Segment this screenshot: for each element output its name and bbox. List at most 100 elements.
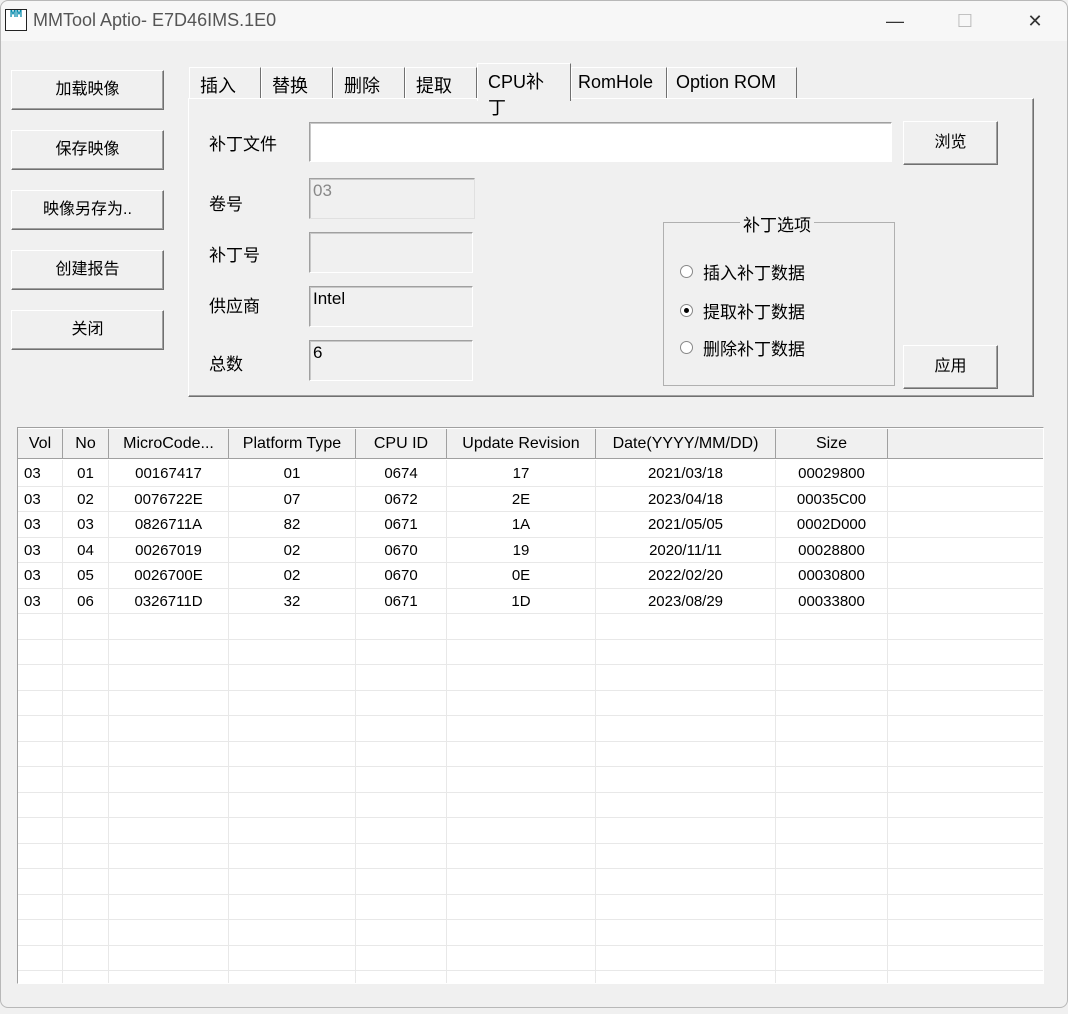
cell-platform-type: 07 xyxy=(229,486,356,512)
table-row[interactable]: 03 04 00267019 02 0670 19 2020/11/11 00028800 xyxy=(18,537,1043,563)
load-image-button[interactable]: 加载映像 xyxy=(11,70,164,110)
app-icon: MM xyxy=(5,9,27,31)
table-row[interactable]: 03 02 0076722E 07 0672 2E 2023/04/18 00035C00 xyxy=(18,486,1043,512)
cell-vol: 03 xyxy=(18,512,63,537)
tab-romhole[interactable]: RomHole xyxy=(571,67,667,99)
cell-date: 2021/05/05 xyxy=(596,512,776,537)
volume-field: 03 xyxy=(309,178,475,219)
empty-row xyxy=(18,946,1043,971)
cell-cpu-id: 0670 xyxy=(356,563,447,588)
tab-insert[interactable]: 插入 xyxy=(189,67,261,99)
tab-cpu-patch[interactable]: CPU补丁 xyxy=(477,63,571,118)
cell-size: 00029800 xyxy=(776,461,888,486)
patch-file-input[interactable] xyxy=(309,122,892,162)
cell-date: 2023/04/18 xyxy=(596,486,776,512)
column-header-date[interactable]: Date(YYYY/MM/DD) xyxy=(596,429,776,459)
minimize-button[interactable]: — xyxy=(875,7,915,35)
cell-cpu-id: 0671 xyxy=(356,512,447,537)
radio-label: 插入补丁数据 xyxy=(703,264,805,283)
patch-number-label: 补丁号 xyxy=(209,246,260,265)
radio-selected-icon[interactable] xyxy=(680,304,693,317)
radio-icon[interactable] xyxy=(680,265,693,278)
title-bar: MM MMTool Aptio- E7D46IMS.1E0 — ☐ ✕ xyxy=(1,1,1067,41)
radio-extract-patch[interactable]: 提取补丁数据 xyxy=(680,298,805,323)
cell-size: 00033800 xyxy=(776,588,888,614)
save-image-as-button[interactable]: 映像另存为.. xyxy=(11,190,164,230)
grid-line xyxy=(355,460,356,983)
cell-date: 2021/03/18 xyxy=(596,461,776,486)
cell-update-revision: 2E xyxy=(447,486,596,512)
cell-no: 05 xyxy=(63,563,109,588)
grid-line xyxy=(108,460,109,983)
empty-row xyxy=(18,920,1043,946)
volume-label: 卷号 xyxy=(209,195,243,214)
cell-microcode: 0076722E xyxy=(109,486,229,512)
vendor-field: Intel xyxy=(309,286,473,327)
grid-line xyxy=(62,460,63,983)
cell-date: 2022/02/20 xyxy=(596,563,776,588)
cell-date: 2020/11/11 xyxy=(596,537,776,563)
grid-line xyxy=(775,460,776,983)
table-row[interactable]: 03 01 00167417 01 0674 17 2021/03/18 00029800 xyxy=(18,461,1043,487)
total-label: 总数 xyxy=(209,355,243,374)
grid-line xyxy=(887,460,888,983)
empty-row xyxy=(18,640,1043,665)
cell-size: 00035C00 xyxy=(776,486,888,512)
create-report-button[interactable]: 创建报告 xyxy=(11,250,164,290)
grid-line xyxy=(228,460,229,983)
radio-icon[interactable] xyxy=(680,341,693,354)
cell-microcode: 0826711A xyxy=(109,512,229,537)
cell-vol: 03 xyxy=(18,486,63,512)
grid-line xyxy=(595,460,596,983)
grid-line xyxy=(446,460,447,983)
browse-button[interactable]: 浏览 xyxy=(903,121,998,165)
cell-cpu-id: 0671 xyxy=(356,588,447,614)
cell-size: 00028800 xyxy=(776,537,888,563)
column-header-microcode[interactable]: MicroCode... xyxy=(109,429,229,459)
empty-row xyxy=(18,691,1043,716)
cell-microcode: 00167417 xyxy=(109,461,229,486)
column-header-vol[interactable]: Vol xyxy=(18,429,63,459)
empty-row xyxy=(18,818,1043,844)
radio-label: 提取补丁数据 xyxy=(703,303,805,322)
empty-row xyxy=(18,742,1043,767)
column-header-size[interactable]: Size xyxy=(776,429,888,459)
cell-vol: 03 xyxy=(18,563,63,588)
cell-vol: 03 xyxy=(18,588,63,614)
cell-microcode: 00267019 xyxy=(109,537,229,563)
radio-label: 删除补丁数据 xyxy=(703,340,805,359)
radio-insert-patch[interactable]: 插入补丁数据 xyxy=(680,259,805,284)
empty-row xyxy=(18,716,1043,742)
microcode-table[interactable]: Vol No MicroCode... Platform Type CPU ID Upda… xyxy=(17,427,1044,984)
table-row[interactable]: 03 05 0026700E 02 0670 0E 2022/02/20 00030800 xyxy=(18,563,1043,589)
close-window-button[interactable]: ✕ xyxy=(1015,7,1055,35)
column-header-platform-type[interactable]: Platform Type xyxy=(229,429,356,459)
cell-no: 01 xyxy=(63,461,109,486)
radio-delete-patch[interactable]: 删除补丁数据 xyxy=(680,335,805,360)
cell-update-revision: 1D xyxy=(447,588,596,614)
empty-row xyxy=(18,793,1043,818)
cell-update-revision: 19 xyxy=(447,537,596,563)
empty-row xyxy=(18,869,1043,895)
empty-row xyxy=(18,895,1043,920)
column-header-no[interactable]: No xyxy=(63,429,109,459)
tab-option-rom[interactable]: Option ROM xyxy=(667,67,797,99)
empty-row xyxy=(18,844,1043,869)
column-header-update-revision[interactable]: Update Revision xyxy=(447,429,596,459)
table-row[interactable]: 03 06 0326711D 32 0671 1D 2023/08/29 00033800 xyxy=(18,588,1043,614)
tab-replace[interactable]: 替换 xyxy=(261,67,333,99)
vendor-label: 供应商 xyxy=(209,297,260,316)
cell-platform-type: 82 xyxy=(229,512,356,537)
tab-delete[interactable]: 删除 xyxy=(333,67,405,99)
column-header-cpu-id[interactable]: CPU ID xyxy=(356,429,447,459)
tab-extract[interactable]: 提取 xyxy=(405,67,477,99)
cell-cpu-id: 0670 xyxy=(356,537,447,563)
save-image-button[interactable]: 保存映像 xyxy=(11,130,164,170)
table-row[interactable]: 03 03 0826711A 82 0671 1A 2021/05/05 0002D000 xyxy=(18,512,1043,538)
cell-platform-type: 32 xyxy=(229,588,356,614)
close-button[interactable]: 关闭 xyxy=(11,310,164,350)
cell-date: 2023/08/29 xyxy=(596,588,776,614)
apply-button[interactable]: 应用 xyxy=(903,345,998,389)
cell-vol: 03 xyxy=(18,537,63,563)
maximize-button[interactable]: ☐ xyxy=(945,7,985,35)
